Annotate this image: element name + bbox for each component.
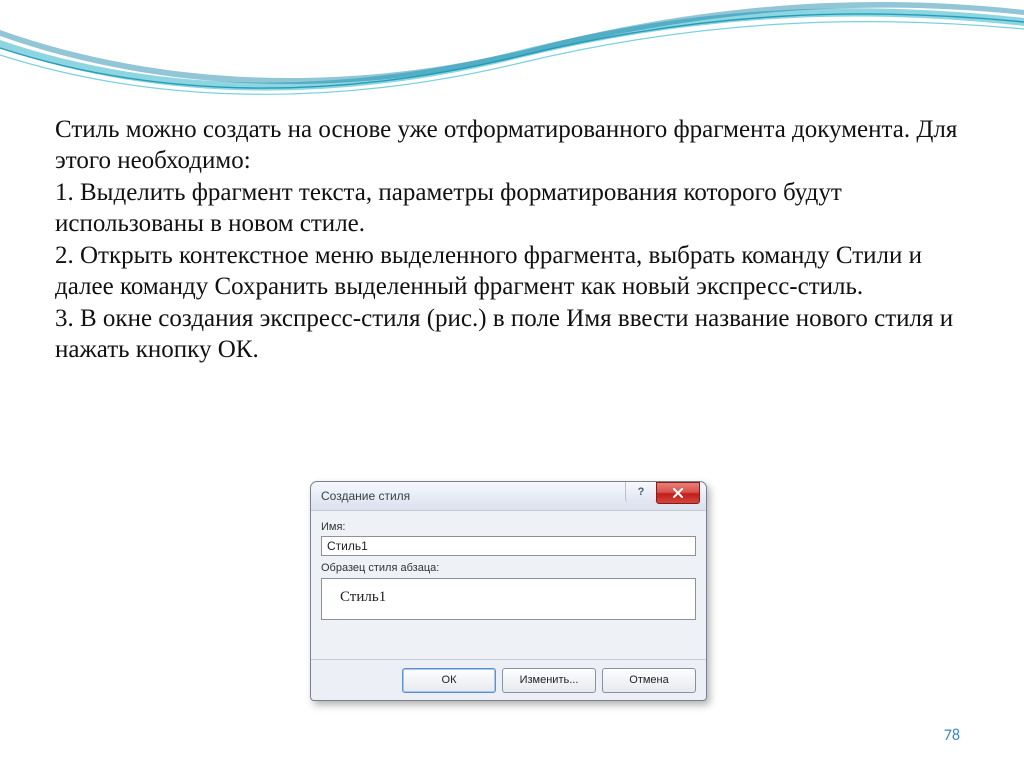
ok-button[interactable]: ОК [402,668,496,693]
create-style-dialog: Создание стиля ? Имя: Образец стиля абза… [310,481,707,701]
modify-button-label: Изменить... [520,674,579,686]
page-number: 78 [944,726,960,745]
body-paragraph-4: 3. В окне создания экспресс-стиля (рис.)… [55,304,960,365]
window-controls: ? [625,482,706,510]
dialog-title: Создание стиля [321,489,625,503]
decorative-wave [0,0,1024,110]
cancel-button-label: Отмена [629,674,668,686]
style-preview-text: Стиль1 [340,589,386,605]
close-button[interactable] [656,482,700,504]
modify-button[interactable]: Изменить... [502,668,596,693]
style-preview: Стиль1 [321,578,696,620]
help-icon: ? [638,486,645,498]
slide-body: Стиль можно создать на основе уже отформ… [55,115,960,367]
body-paragraph-2: 1. Выделить фрагмент текста, параметры ф… [55,178,960,239]
name-label: Имя: [321,521,696,533]
dialog-body: Имя: Образец стиля абзаца: Стиль1 [311,511,706,620]
cancel-button[interactable]: Отмена [602,668,696,693]
dialog-titlebar[interactable]: Создание стиля ? [311,482,706,511]
ok-button-label: ОК [442,674,457,686]
help-button[interactable]: ? [625,482,657,502]
name-field[interactable] [321,536,696,556]
preview-label: Образец стиля абзаца: [321,562,696,574]
body-paragraph-1: Стиль можно создать на основе уже отформ… [55,115,960,176]
dialog-footer: ОК Изменить... Отмена [311,659,706,700]
close-icon [672,488,684,498]
body-paragraph-3: 2. Открыть контекстное меню выделенного … [55,241,960,302]
